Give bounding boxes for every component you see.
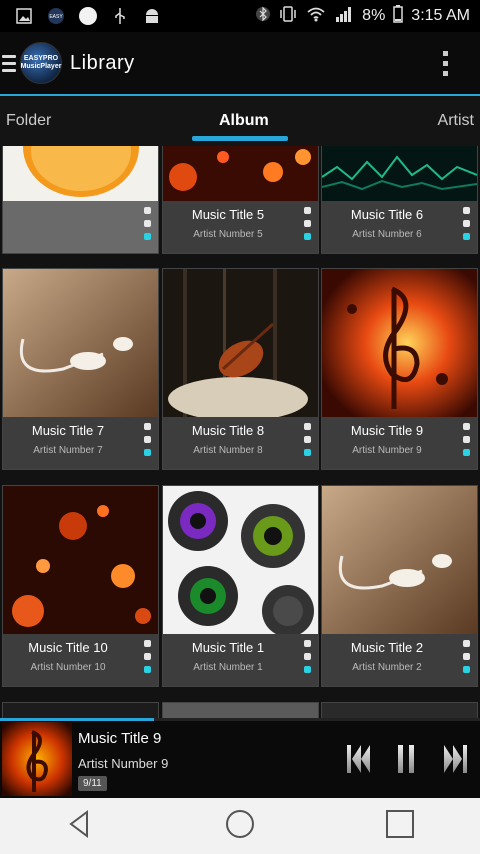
wifi-icon (306, 5, 326, 28)
album-card[interactable]: Music Title 7 Artist Number 7 (2, 268, 159, 470)
pause-icon[interactable] (398, 744, 416, 779)
album-card[interactable]: Music Title 2 Artist Number 2 (321, 485, 478, 687)
svg-text:EASY: EASY (49, 14, 63, 20)
album-card[interactable] (2, 146, 159, 254)
album-menu[interactable] (144, 423, 151, 456)
app-icon: EASY (46, 7, 66, 25)
album-card[interactable]: Music Title 10 Artist Number 10 (2, 485, 159, 687)
tab-artist[interactable]: Artist (438, 96, 474, 146)
playback-progress[interactable] (0, 718, 480, 721)
album-title: Music Title 1 (191, 640, 265, 655)
back-icon[interactable] (65, 809, 95, 844)
album-art (163, 486, 318, 637)
usb-icon (110, 7, 130, 25)
app-bar: EASYPRO MusicPlayer Library (0, 32, 480, 94)
album-artist: Artist Number 7 (33, 445, 103, 456)
album-art (3, 269, 158, 417)
album-menu[interactable] (463, 640, 470, 673)
hamburger-icon[interactable] (2, 54, 16, 72)
album-menu[interactable] (144, 640, 151, 673)
album-art (322, 269, 477, 417)
tab-indicator (192, 136, 288, 141)
tab-bar: Folder Album Artist (0, 96, 480, 146)
now-playing-title: Music Title 9 (78, 730, 162, 747)
battery-percent: 8% (362, 7, 386, 24)
album-info (3, 201, 158, 253)
album-art (3, 146, 158, 201)
app-logo[interactable]: EASYPRO MusicPlayer (20, 42, 62, 84)
recents-icon[interactable] (385, 809, 415, 844)
album-title: Music Title 5 (191, 207, 265, 222)
track-counter: 9/11 (78, 776, 107, 791)
album-artist: Artist Number 2 (352, 662, 422, 673)
tab-folder[interactable]: Folder (6, 96, 51, 146)
system-nav-bar (0, 798, 480, 854)
album-card[interactable]: Music Title 8 Artist Number 8 (162, 268, 319, 470)
album-menu[interactable] (463, 207, 470, 240)
album-title: Music Title 7 (31, 423, 105, 438)
album-artist: Artist Number 8 (193, 445, 263, 456)
album-info: Music Title 2 Artist Number 2 (322, 634, 477, 686)
bluetooth-icon (256, 5, 271, 28)
album-title: Music Title 2 (350, 640, 424, 655)
image-icon (14, 7, 34, 25)
next-icon[interactable] (443, 744, 467, 779)
album-title: Music Title 9 (350, 423, 424, 438)
clock: 3:15 AM (411, 7, 470, 24)
album-card[interactable]: Music Title 9 Artist Number 9 (321, 268, 478, 470)
album-artist: Artist Number 10 (30, 662, 106, 673)
home-icon[interactable] (224, 808, 256, 845)
album-title: Music Title 10 (28, 640, 108, 655)
album-card[interactable]: Music Title 1 Artist Number 1 (162, 485, 319, 687)
album-title: Music Title 6 (350, 207, 424, 222)
now-playing-art[interactable] (2, 722, 72, 796)
album-info: Music Title 1 Artist Number 1 (163, 634, 318, 686)
status-bar: EASY 8% 3:15 AM (0, 0, 480, 32)
album-info: Music Title 7 Artist Number 7 (3, 417, 158, 469)
album-art (163, 269, 318, 421)
album-art (322, 486, 477, 634)
circle-icon (78, 7, 98, 25)
previous-icon[interactable] (347, 744, 371, 779)
album-grid: Music Title 5 Artist Number 5 Music Titl… (0, 146, 480, 721)
album-card[interactable]: Music Title 5 Artist Number 5 (162, 146, 319, 254)
album-artist: Artist Number 1 (193, 662, 263, 673)
album-title: Music Title 8 (191, 423, 265, 438)
battery-icon (393, 4, 404, 28)
page-title: Library (70, 51, 135, 74)
logo-text: EASYPRO MusicPlayer (20, 55, 62, 70)
album-menu[interactable] (304, 423, 311, 456)
album-card[interactable]: Music Title 6 Artist Number 6 (321, 146, 478, 254)
album-menu[interactable] (304, 640, 311, 673)
mini-player[interactable]: Music Title 9 Artist Number 9 9/11 (0, 718, 480, 798)
album-info: Music Title 10 Artist Number 10 (3, 634, 158, 686)
album-artist: Artist Number 9 (352, 445, 422, 456)
more-vert-icon[interactable] (443, 50, 448, 76)
album-menu[interactable] (144, 207, 151, 240)
signal-icon (334, 5, 354, 28)
album-info: Music Title 5 Artist Number 5 (163, 201, 318, 253)
album-menu[interactable] (463, 423, 470, 456)
album-info: Music Title 8 Artist Number 8 (163, 417, 318, 469)
album-art (322, 146, 477, 201)
now-playing-artist: Artist Number 9 (78, 756, 169, 771)
album-menu[interactable] (304, 207, 311, 240)
album-art (163, 146, 318, 201)
album-artist: Artist Number 5 (193, 229, 263, 240)
album-info: Music Title 9 Artist Number 9 (322, 417, 477, 469)
android-icon (142, 7, 162, 25)
album-art (3, 486, 158, 634)
album-info: Music Title 6 Artist Number 6 (322, 201, 477, 253)
album-artist: Artist Number 6 (352, 229, 422, 240)
vibrate-icon (278, 5, 298, 28)
